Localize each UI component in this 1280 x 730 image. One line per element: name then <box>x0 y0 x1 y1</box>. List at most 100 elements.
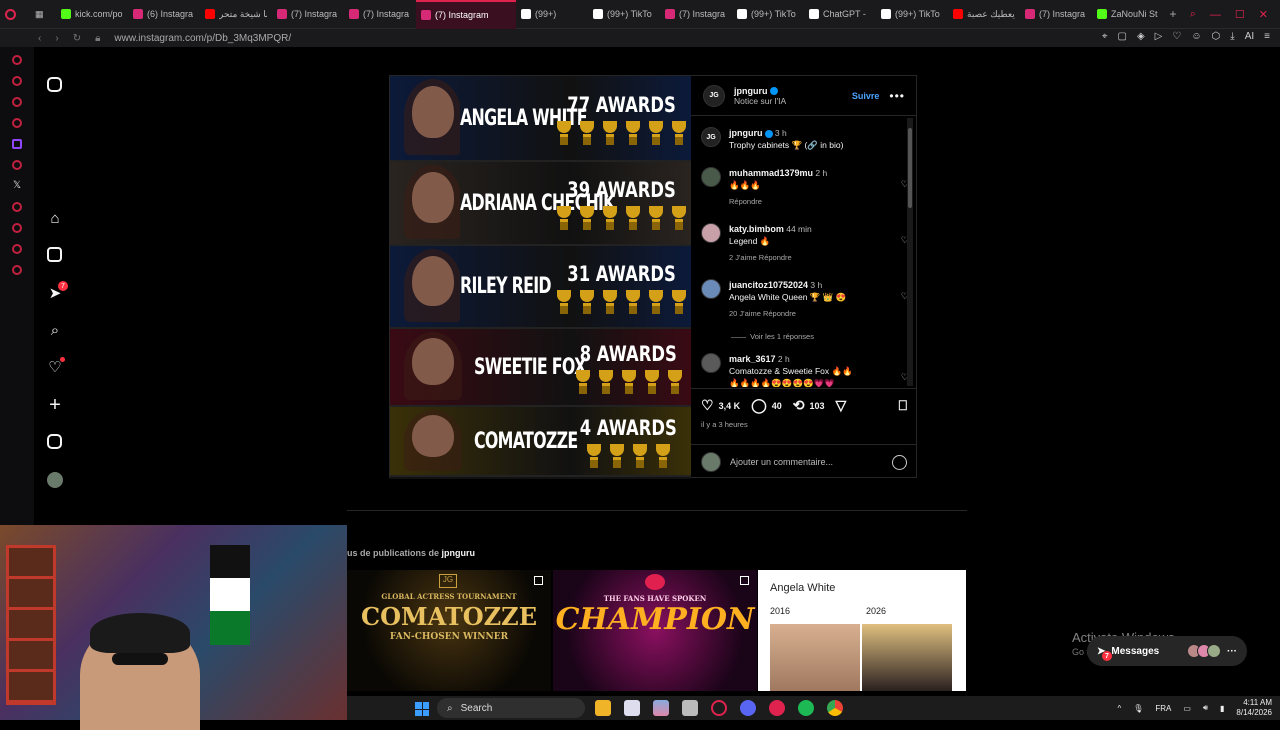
comment-count[interactable]: 40 <box>772 401 782 411</box>
snapshot-icon[interactable]: ▢ <box>1118 31 1127 42</box>
messages-popup[interactable]: ➤ 7 Messages ··· <box>1087 636 1247 666</box>
sidebar-messenger-icon[interactable] <box>12 97 22 107</box>
comment-username[interactable]: mark_3617 <box>729 354 776 364</box>
reply-link[interactable]: Répondre <box>729 196 827 208</box>
store-icon[interactable] <box>624 700 640 716</box>
share-icon[interactable]: ▽ <box>836 397 847 414</box>
download-icon[interactable]: ⤓ <box>1230 31 1234 42</box>
follow-button[interactable]: Suivre <box>852 91 880 101</box>
minimize-button[interactable]: — <box>1210 9 1221 21</box>
comments-scrollbar[interactable] <box>907 118 913 386</box>
language-indicator[interactable]: FRA <box>1155 704 1171 713</box>
reels-icon[interactable] <box>47 247 62 262</box>
comment-avatar[interactable] <box>701 167 721 187</box>
volume-icon[interactable]: 🔊︎ <box>1203 703 1208 713</box>
spotify-icon[interactable] <box>798 700 814 716</box>
comment-avatar[interactable] <box>701 353 721 373</box>
browser-tab[interactable]: kick.com/po <box>56 0 128 29</box>
account-icon[interactable]: ☺ <box>1191 31 1201 42</box>
tray-chevron-icon[interactable]: ^ <box>1117 704 1121 713</box>
caption-username[interactable]: jpnguru <box>729 128 763 138</box>
comment-username[interactable]: muhammad1379mu <box>729 168 813 178</box>
sidebar-x-icon[interactable]: 𝕏 <box>13 181 21 191</box>
cube-icon[interactable]: ⬡ <box>1212 31 1221 42</box>
copilot-icon[interactable] <box>653 700 669 716</box>
browser-tab[interactable]: انا شيخة متحر <box>200 0 272 29</box>
opera-menu-button[interactable] <box>0 0 30 29</box>
comment-username[interactable]: juancitoz10752024 <box>729 280 808 290</box>
browser-tab[interactable]: ZaNouNi St <box>1092 0 1164 29</box>
more-post-thumbnail[interactable]: THE FANS HAVE SPOKEN CHAMPION <box>553 570 757 691</box>
more-post-thumbnail[interactable]: JG GLOBAL ACTRESS TOURNAMENT COMATOZZE F… <box>347 570 551 691</box>
search-tabs-icon[interactable]: ⌕ <box>1190 8 1196 21</box>
calculator-icon[interactable] <box>682 700 698 716</box>
comment-meta[interactable]: 20 J'aime Répondre <box>729 308 846 320</box>
chrome-icon[interactable] <box>827 700 843 716</box>
url-field[interactable]: www.instagram.com/p/Db_3Mq3MPQR/ <box>114 33 291 44</box>
share-count[interactable]: 103 <box>810 401 825 411</box>
profile-avatar[interactable] <box>46 471 64 489</box>
sidebar-opera-icon[interactable] <box>12 55 22 65</box>
browser-tab[interactable]: (99+) TikTo <box>732 0 804 29</box>
menu-icon[interactable]: ≡ <box>1264 31 1270 42</box>
browser-tab[interactable]: ChatGPT - <box>804 0 876 29</box>
emoji-icon[interactable] <box>892 454 907 470</box>
author-username[interactable]: jpnguru <box>734 86 768 96</box>
comment-username[interactable]: katy.bimbom <box>729 224 784 234</box>
dashboard-icon[interactable] <box>47 434 62 449</box>
more-posts-user[interactable]: jpnguru <box>442 548 476 558</box>
browser-tab[interactable]: (99+) TikTo <box>876 0 948 29</box>
discord-icon[interactable] <box>740 700 756 716</box>
clock[interactable]: 4:11 AM 8/14/2026 <box>1236 698 1272 718</box>
browser-tab[interactable]: (7) Instagra <box>660 0 732 29</box>
browser-tab[interactable]: (99+) <box>516 0 588 29</box>
shield-icon[interactable]: ◈ <box>1137 31 1145 42</box>
like-count[interactable]: 3,4 K <box>719 401 741 411</box>
comment-avatar[interactable] <box>701 223 721 243</box>
sidebar-extensions-icon[interactable] <box>12 244 22 254</box>
opera-icon[interactable] <box>711 700 727 716</box>
more-icon[interactable]: ··· <box>1227 646 1237 657</box>
comment-avatar[interactable] <box>701 279 721 299</box>
comment-icon[interactable]: ◯ <box>751 397 767 414</box>
microphone-icon[interactable]: 🎙︎ <box>1133 704 1143 713</box>
author-subtitle[interactable]: Notice sur l'IA <box>734 96 786 106</box>
caption-avatar[interactable]: JG <box>701 127 721 147</box>
more-options-icon[interactable]: ••• <box>889 89 905 103</box>
browser-tab[interactable]: (7) Instagra <box>344 0 416 29</box>
sidebar-wallet-icon[interactable] <box>12 118 22 128</box>
taskbar-search[interactable]: ⌕ Search <box>437 698 585 718</box>
app-icon[interactable] <box>769 700 785 716</box>
close-button[interactable]: ✕ <box>1259 8 1268 21</box>
repost-icon[interactable]: ⟲ <box>793 397 805 414</box>
sidebar-percent-icon[interactable] <box>12 160 22 170</box>
ai-button[interactable]: AI <box>1245 31 1254 42</box>
heart-icon[interactable]: ♡ <box>1172 31 1181 42</box>
pin-icon[interactable]: ⌖ <box>1102 31 1108 42</box>
start-button[interactable] <box>415 702 429 716</box>
forward-button[interactable]: › <box>55 33 58 44</box>
instagram-logo-icon[interactable] <box>47 77 62 92</box>
file-explorer-icon[interactable] <box>595 700 611 716</box>
browser-tab[interactable]: (7) Instagram <box>416 0 516 29</box>
sidebar-gx-icon[interactable] <box>12 76 22 86</box>
sidebar-settings-icon[interactable] <box>12 265 22 275</box>
like-icon[interactable]: ♡ <box>701 397 714 414</box>
sidebar-twitch-icon[interactable] <box>12 139 22 149</box>
back-button[interactable]: ‹ <box>38 33 41 44</box>
browser-tab[interactable]: (6) Instagra <box>128 0 200 29</box>
browser-tab[interactable]: (7) Instagra <box>1020 0 1092 29</box>
sidebar-player-icon[interactable] <box>12 202 22 212</box>
network-icon[interactable]: ▭ <box>1183 704 1191 713</box>
bookmark-icon[interactable]: ⎕ <box>899 397 907 414</box>
post-image[interactable]: ANGELA WHITE 77 AWARDS ADRIANA CHECHIK 39 A… <box>390 76 691 479</box>
sidebar-history-icon[interactable] <box>12 223 22 233</box>
create-icon[interactable]: + <box>46 394 64 416</box>
browser-tab[interactable]: (99+) TikTo <box>588 0 660 29</box>
tab-overview-icon[interactable]: ▦ <box>30 0 56 29</box>
notifications-icon[interactable]: ♡ <box>46 357 65 376</box>
author-avatar[interactable]: JG <box>703 84 725 107</box>
battery-icon[interactable]: ▮ <box>1220 704 1224 713</box>
search-icon[interactable]: ⌕ <box>46 321 64 339</box>
view-replies-link[interactable]: —— Voir les 1 réponses <box>731 332 814 341</box>
